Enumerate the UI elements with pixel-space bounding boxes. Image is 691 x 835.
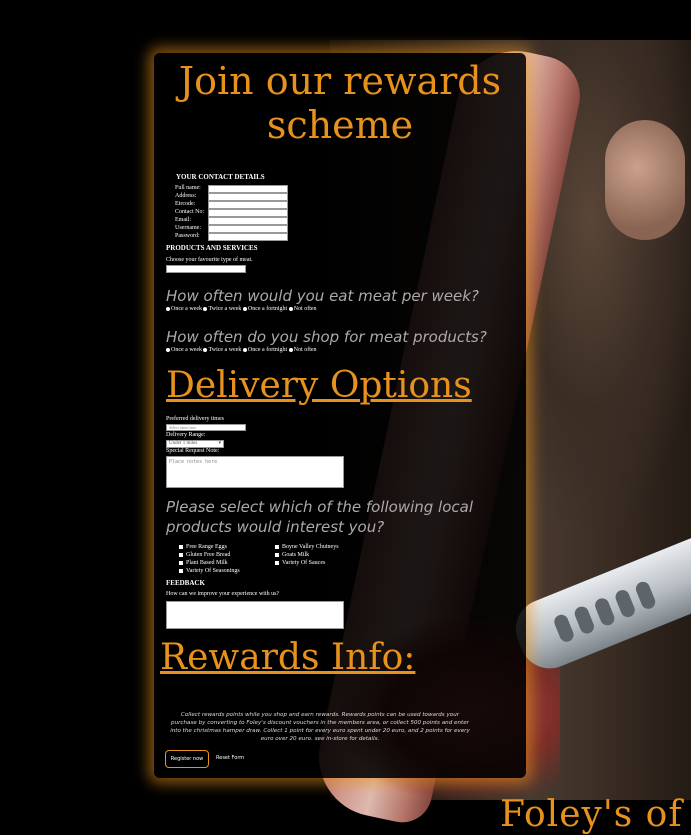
question-shop-frequency: How often do you shop for meat products? (166, 328, 487, 346)
radio-icon[interactable] (242, 347, 247, 352)
feedback-textarea[interactable] (166, 601, 344, 629)
checkbox-item[interactable]: Goats Milk (275, 551, 339, 559)
local-products-left: Free Range Eggs Gluten Free Bread Plant … (179, 543, 240, 575)
eat-frequency-radios: Once a week Twice a week Once a fortnigh… (166, 306, 317, 312)
favourite-meat-label: Choose your favourite type of meat. (166, 257, 253, 263)
contact-row-fullname: Full name: (175, 185, 315, 193)
contact-row-phone: Contact No: (175, 209, 315, 217)
username-input[interactable] (208, 225, 288, 233)
local-products-right: Boyne Valley Chutneys Goats Milk Variety… (275, 543, 339, 567)
radio-icon[interactable] (288, 306, 293, 311)
footer-brand-title: Foley's of I (500, 794, 691, 835)
form-heading: Join our rewards scheme (178, 59, 502, 147)
checkbox-label: Gluten Free Bread (186, 552, 231, 558)
delivery-range-select[interactable]: Under 1 miles ▾ (166, 440, 224, 448)
address-input[interactable] (208, 193, 288, 201)
radio-label: Not often (293, 306, 317, 312)
contact-row-address: Address: (175, 193, 315, 201)
email-label: Email: (175, 217, 191, 223)
reset-form-button[interactable]: Reset Form (216, 750, 244, 766)
radio-label: Twice a week (208, 306, 242, 312)
phone-input[interactable] (208, 209, 288, 217)
address-label: Address: (175, 193, 197, 199)
checkbox-icon[interactable] (179, 544, 183, 549)
rewards-description: Collect rewards points while you shop an… (170, 712, 470, 742)
password-label: Password: (175, 233, 200, 239)
question-eat-frequency: How often would you eat meat per week? (166, 287, 479, 305)
username-label: Username: (175, 225, 201, 231)
checkbox-label: Plant Based Milk (186, 560, 228, 566)
contact-section-title: YOUR CONTACT DETAILS (176, 173, 265, 181)
radio-icon[interactable] (166, 347, 170, 352)
checkbox-item[interactable]: Variety Of Seasonings (179, 567, 240, 575)
contact-row-username: Username: (175, 225, 315, 233)
checkbox-icon[interactable] (179, 568, 183, 573)
checkbox-item[interactable]: Free Range Eggs (179, 543, 240, 551)
checkbox-label: Variety Of Seasonings (186, 568, 240, 574)
shop-frequency-radios: Once a week Twice a week Once a fortnigh… (166, 347, 317, 353)
radio-label: Not often (293, 347, 317, 353)
radio-label: Twice a week (208, 347, 242, 353)
delivery-range-value: Under 1 miles (169, 441, 198, 446)
contact-row-eircode: Eircode: (175, 201, 315, 209)
delivery-times-label: Preferred delivery times (166, 416, 224, 422)
checkbox-item[interactable]: Boyne Valley Chutneys (275, 543, 339, 551)
favourite-meat-select[interactable] (166, 265, 246, 273)
radio-label: Once a fortnight (247, 306, 288, 312)
eircode-label: Eircode: (175, 201, 196, 207)
chevron-down-icon: ▾ (218, 441, 221, 446)
checkbox-label: Goats Milk (282, 552, 310, 558)
radio-label: Once a fortnight (247, 347, 288, 353)
checkbox-icon[interactable] (275, 552, 279, 557)
checkbox-icon[interactable] (179, 552, 183, 557)
checkbox-label: Free Range Eggs (186, 544, 227, 550)
contact-row-password: Password: (175, 233, 315, 241)
radio-icon[interactable] (242, 306, 247, 311)
checkbox-label: Variety Of Sauces (282, 560, 326, 566)
local-products-question: Please select which of the following loc… (166, 498, 474, 536)
eircode-input[interactable] (208, 201, 288, 209)
fullname-input[interactable] (208, 185, 288, 193)
special-request-placeholder: Place notes here (169, 459, 218, 465)
radio-icon[interactable] (203, 347, 208, 352)
checkbox-icon[interactable] (179, 560, 183, 565)
delivery-range-label: Delivery Range: (166, 432, 206, 438)
radio-label: Once a week (171, 347, 202, 353)
feedback-section-title: FEEDBACK (166, 579, 205, 587)
checkbox-item[interactable]: Gluten Free Bread (179, 551, 240, 559)
delivery-times-input[interactable]: Select times here (166, 424, 246, 431)
checkbox-item[interactable]: Plant Based Milk (179, 559, 240, 567)
products-section-title: PRODUCTS AND SERVICES (166, 244, 258, 252)
rewards-heading: Rewards Info: (160, 637, 416, 678)
checkbox-item[interactable]: Variety Of Sauces (275, 559, 339, 567)
contact-row-email: Email: (175, 217, 315, 225)
checkbox-label: Boyne Valley Chutneys (282, 544, 339, 550)
checkbox-icon[interactable] (275, 544, 279, 549)
fullname-label: Full name: (175, 185, 201, 191)
delivery-times-placeholder: Select times here (169, 425, 197, 430)
register-button[interactable]: Register now (165, 750, 209, 768)
special-request-textarea[interactable]: Place notes here (166, 456, 344, 488)
special-request-label: Special Request Note: (166, 448, 220, 454)
checkbox-icon[interactable] (275, 560, 279, 565)
butcher-hand (605, 120, 685, 240)
email-input[interactable] (208, 217, 288, 225)
radio-icon[interactable] (203, 306, 208, 311)
delivery-heading: Delivery Options (166, 365, 472, 406)
radio-icon[interactable] (288, 347, 293, 352)
rewards-signup-form: Join our rewards scheme YOUR CONTACT DET… (154, 53, 526, 778)
feedback-label: How can we improve your experience with … (166, 591, 280, 597)
phone-label: Contact No: (175, 209, 205, 215)
password-input[interactable] (208, 233, 288, 241)
radio-label: Once a week (171, 306, 202, 312)
radio-icon[interactable] (166, 306, 170, 311)
